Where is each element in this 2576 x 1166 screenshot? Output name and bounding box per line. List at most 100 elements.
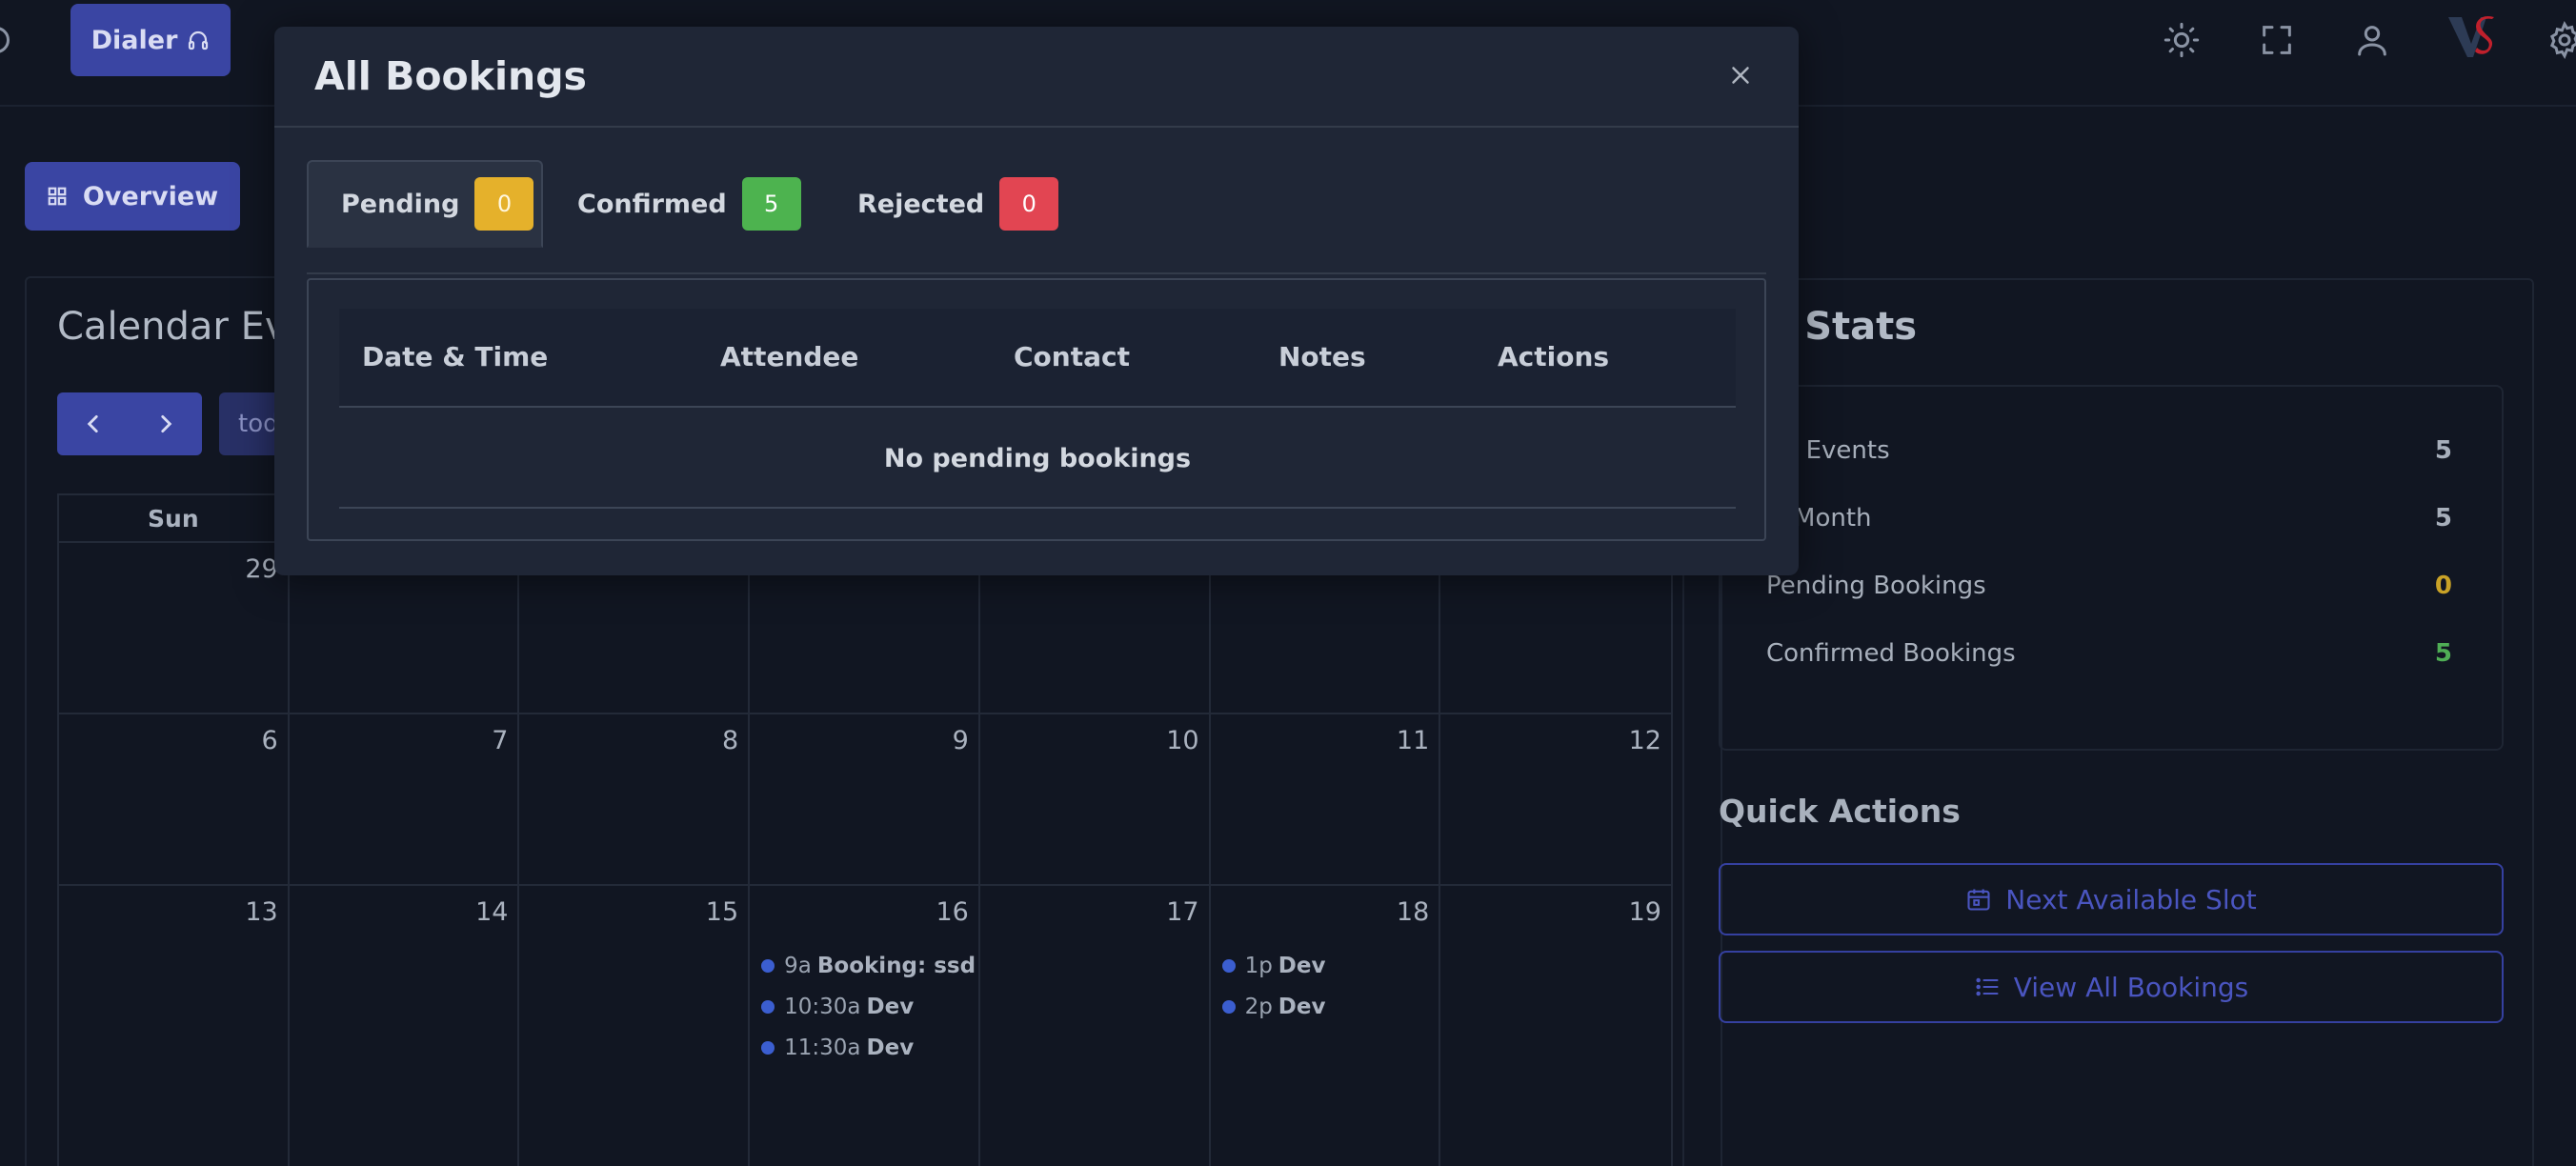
calendar-day[interactable]: 18 1p Dev 2p Dev	[1211, 886, 1441, 1166]
calendar-day[interactable]: 6	[59, 714, 290, 884]
tab-pending[interactable]: Pending 0	[307, 160, 543, 248]
booking-tabs: Pending 0 Confirmed 5 Rejected 0	[307, 160, 1766, 274]
calendar-event[interactable]: 11:30a Dev	[761, 1027, 975, 1068]
calendar-day[interactable]: 12	[1440, 714, 1671, 884]
dialer-label: Dialer	[91, 25, 178, 55]
modal-title: All Bookings	[314, 53, 587, 99]
view-all-bookings-label: View All Bookings	[2013, 971, 2249, 1003]
calendar-grid: Sun 29 6 7 8 9 10 11 12 13 14 15 16 9a Bo…	[57, 493, 1673, 1166]
stat-row-this-month: is Month 5	[1766, 497, 2452, 539]
tab-rejected[interactable]: Rejected 0	[825, 160, 1073, 248]
list-icon	[1976, 977, 1999, 996]
calendar-day[interactable]: 19	[1440, 886, 1671, 1166]
event-time: 11:30a	[784, 1035, 861, 1060]
tab-label: Rejected	[857, 189, 985, 219]
calendar-event[interactable]: 9a Booking: ssd	[761, 945, 975, 986]
chevron-left-icon	[87, 415, 98, 432]
calendar-event[interactable]: 2p Dev	[1221, 986, 1436, 1027]
fullscreen-icon[interactable]	[2258, 21, 2296, 59]
column-attendee: Attendee	[720, 340, 859, 372]
event-title: Dev	[1278, 953, 1326, 978]
next-available-slot-button[interactable]: Next Available Slot	[1719, 863, 2504, 935]
stat-value: 5	[2434, 436, 2452, 465]
all-bookings-modal: All Bookings Pending 0 Confirmed 5 Rejec…	[274, 27, 1799, 575]
quick-actions-title: Quick Actions	[1719, 793, 1961, 830]
day-number: 8	[721, 726, 739, 755]
calendar-day[interactable]: 17	[980, 886, 1211, 1166]
tab-label: Confirmed	[577, 189, 727, 219]
dialer-button[interactable]: Dialer	[70, 4, 231, 76]
confirmed-count-badge: 5	[741, 177, 801, 231]
calendar-day[interactable]: 7	[290, 714, 520, 884]
column-date-time: Date & Time	[362, 340, 549, 372]
event-dot-icon	[761, 958, 775, 973]
overview-button[interactable]: Overview	[25, 162, 240, 231]
tab-label: Pending	[341, 189, 460, 219]
event-title: Dev	[866, 994, 915, 1019]
calendar-event[interactable]: 1p Dev	[1221, 945, 1436, 986]
brand-logo-icon[interactable]	[2445, 11, 2502, 65]
column-notes: Notes	[1278, 340, 1366, 372]
event-time: 1p	[1244, 953, 1273, 978]
event-dot-icon	[1221, 958, 1236, 973]
stat-value: 5	[2434, 639, 2452, 668]
day-events: 1p Dev 2p Dev	[1221, 945, 1436, 1027]
event-dot-icon	[761, 1040, 775, 1055]
stat-row-total-events: tal Events 5	[1766, 430, 2452, 472]
bookings-table: Date & Time Attendee Contact Notes Actio…	[307, 278, 1766, 541]
day-number: 9	[952, 726, 969, 755]
calendar-day[interactable]: 14	[290, 886, 520, 1166]
weekday-sun: Sun	[59, 495, 290, 541]
gear-icon[interactable]	[2546, 21, 2576, 59]
stat-label: Confirmed Bookings	[1766, 639, 2016, 668]
menu-circle-icon[interactable]	[0, 27, 10, 53]
overview-label: Overview	[82, 181, 219, 211]
calendar-day[interactable]: 11	[1211, 714, 1441, 884]
stat-row-confirmed-bookings: Confirmed Bookings 5	[1766, 633, 2452, 674]
chevron-right-icon	[161, 415, 172, 432]
calendar-week: 6 7 8 9 10 11 12	[59, 714, 1671, 886]
close-icon[interactable]	[1726, 61, 1755, 90]
pending-count-badge: 0	[474, 177, 534, 231]
calendar-icon	[1967, 889, 1990, 911]
calendar-week: 13 14 15 16 9a Booking: ssd 10:30a Dev 11:…	[59, 886, 1671, 1166]
modal-header: All Bookings	[274, 27, 1799, 128]
rejected-count-badge: 0	[999, 177, 1059, 231]
day-number: 12	[1628, 726, 1661, 755]
event-dot-icon	[761, 999, 775, 1014]
next-month-button[interactable]	[130, 392, 202, 455]
sun-icon[interactable]	[2163, 21, 2201, 59]
grid-icon	[48, 187, 67, 206]
day-number: 6	[261, 726, 278, 755]
event-dot-icon	[1221, 999, 1236, 1014]
calendar-day[interactable]: 29	[59, 543, 290, 713]
view-all-bookings-button[interactable]: View All Bookings	[1719, 951, 2504, 1023]
event-title: Dev	[866, 1035, 915, 1060]
next-available-slot-label: Next Available Slot	[2005, 883, 2257, 915]
day-number: 7	[492, 726, 509, 755]
event-title: Booking: ssd	[816, 953, 975, 978]
day-number: 13	[245, 897, 278, 927]
day-number: 14	[475, 897, 509, 927]
day-number: 15	[705, 897, 739, 927]
stat-value: 5	[2434, 504, 2452, 533]
calendar-title: Calendar Ev	[57, 305, 288, 349]
prev-month-button[interactable]	[57, 392, 130, 455]
calendar-day[interactable]: 10	[980, 714, 1211, 884]
stat-row-pending-bookings: Pending Bookings 0	[1766, 565, 2452, 607]
event-time: 10:30a	[784, 994, 861, 1019]
calendar-day[interactable]: 8	[519, 714, 751, 884]
calendar-day[interactable]: 16 9a Booking: ssd 10:30a Dev 11:30a Dev	[750, 886, 980, 1166]
event-time: 9a	[784, 953, 812, 978]
day-number: 29	[245, 554, 278, 584]
calendar-day[interactable]: 13	[59, 886, 290, 1166]
stats-title: ck Stats	[1743, 305, 1918, 349]
empty-state-message: No pending bookings	[339, 410, 1736, 509]
calendar-day[interactable]: 9	[750, 714, 980, 884]
calendar-day[interactable]: 15	[519, 886, 751, 1166]
user-icon[interactable]	[2353, 21, 2391, 59]
day-number: 11	[1396, 726, 1430, 755]
day-number: 16	[936, 897, 969, 927]
calendar-event[interactable]: 10:30a Dev	[761, 986, 975, 1027]
tab-confirmed[interactable]: Confirmed 5	[545, 160, 801, 248]
